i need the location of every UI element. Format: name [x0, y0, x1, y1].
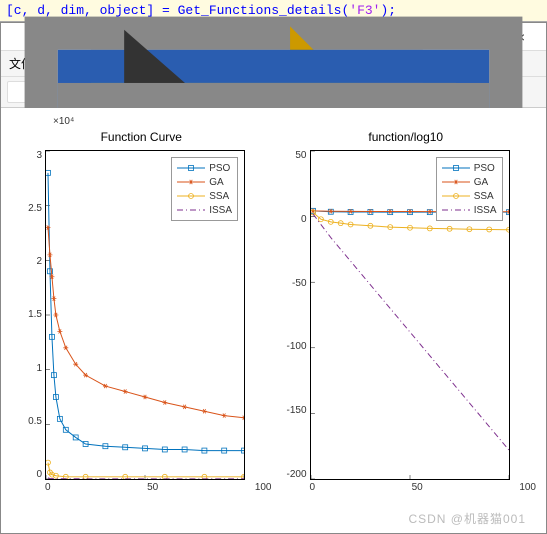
- chart-title-right: function/log10: [276, 130, 537, 148]
- chart-left: ×10⁴ Function Curve 32.521.510.50 PSOGAS…: [11, 116, 272, 493]
- y-multiplier-label: ×10⁴: [11, 116, 272, 130]
- chart-title-left: Function Curve: [11, 130, 272, 148]
- legend-entry: GA: [442, 175, 497, 189]
- xaxis-left: 050100: [11, 480, 272, 493]
- legend-entry: ISSA: [177, 203, 232, 217]
- xaxis-right: 050100: [276, 480, 537, 493]
- toolbar: [1, 77, 546, 108]
- figure-window: Figure 1 — □ × 文件(F)编辑(E)查看(V)插入(I)工具(T)…: [0, 22, 547, 534]
- legend-entry: SSA: [442, 189, 497, 203]
- legend-entry: GA: [177, 175, 232, 189]
- yaxis-right: 500-50-100-150-200: [276, 150, 310, 480]
- insert-legend-icon[interactable]: [231, 81, 253, 103]
- plot-area: ×10⁴ Function Curve 32.521.510.50 PSOGAS…: [1, 108, 546, 533]
- legend-entry: ISSA: [442, 203, 497, 217]
- watermark: CSDN @机器猫001: [408, 510, 526, 527]
- legend-right[interactable]: PSOGASSAISSA: [436, 157, 503, 221]
- chart-right: function/log10 500-50-100-150-200 PSOGAS…: [276, 116, 537, 493]
- legend-left[interactable]: PSOGASSAISSA: [171, 157, 238, 221]
- yaxis-left: 32.521.510.50: [11, 150, 45, 480]
- axes-right[interactable]: PSOGASSAISSA: [310, 150, 510, 480]
- legend-entry: SSA: [177, 189, 232, 203]
- legend-entry: PSO: [442, 161, 497, 175]
- axes-left[interactable]: PSOGASSAISSA: [45, 150, 245, 480]
- legend-entry: PSO: [177, 161, 232, 175]
